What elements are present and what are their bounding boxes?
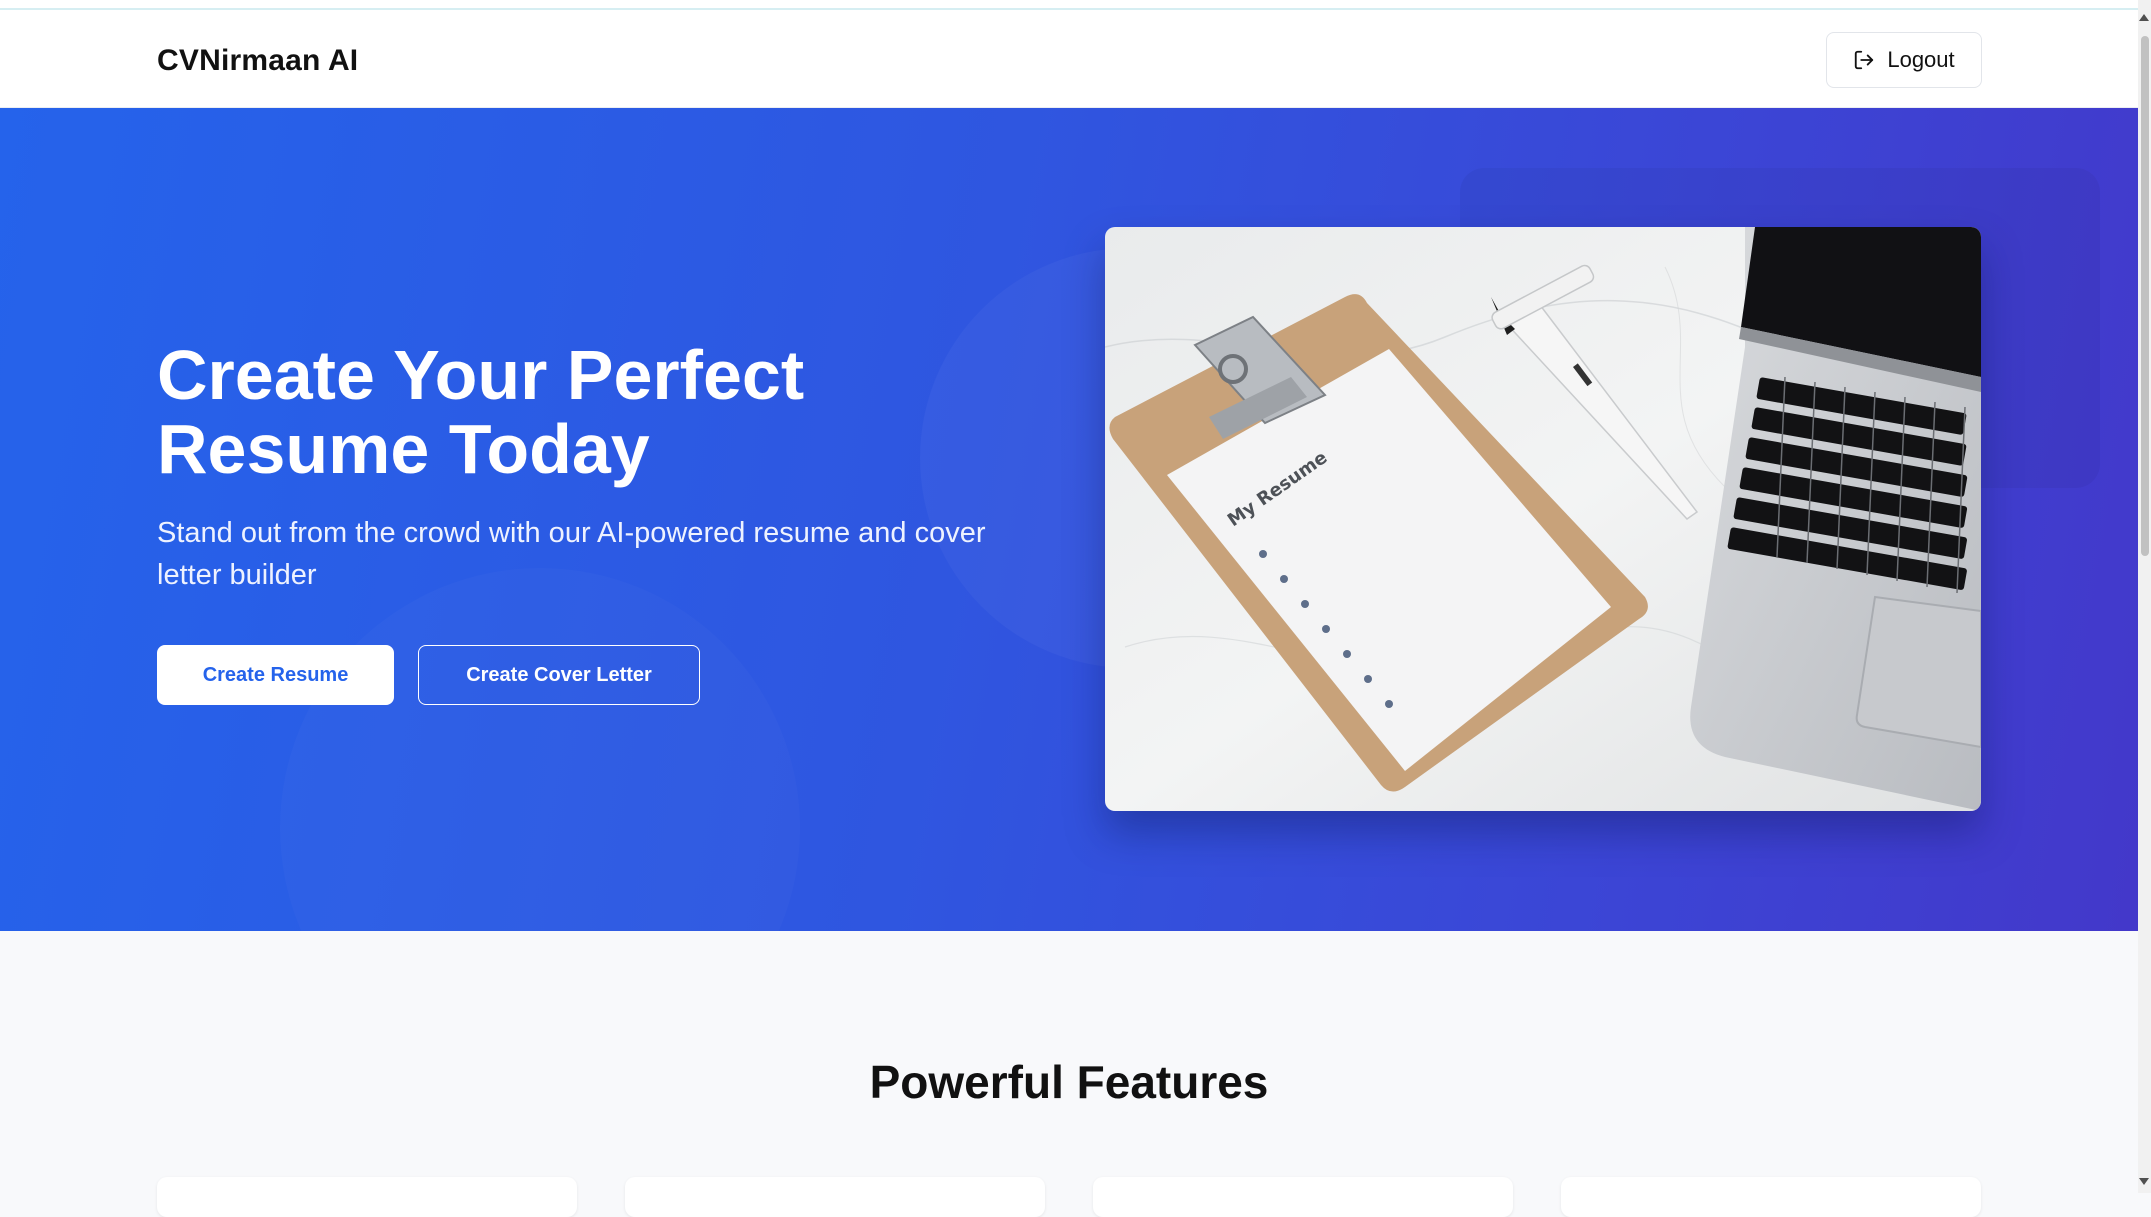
- logout-button[interactable]: Logout: [1826, 32, 1982, 88]
- hero-background-decoration: [280, 568, 800, 931]
- feature-card: [1093, 1177, 1513, 1217]
- create-cover-letter-button[interactable]: Create Cover Letter: [418, 645, 700, 705]
- feature-card: [157, 1177, 577, 1217]
- browser-top-strip: [0, 0, 2140, 10]
- scroll-up-icon[interactable]: [2139, 14, 2149, 21]
- page-scrollbar[interactable]: [2138, 0, 2151, 1193]
- hero-image: My Resume: [1105, 227, 1981, 811]
- brand-logo-text[interactable]: CVNirmaan AI: [157, 44, 358, 78]
- hero-subtitle: Stand out from the crowd with our AI-pow…: [157, 517, 986, 591]
- hero-section: Create Your Perfect Resume Today Stand o…: [0, 108, 2138, 931]
- create-resume-button[interactable]: Create Resume: [157, 645, 394, 705]
- feature-card: [1561, 1177, 1981, 1217]
- features-section: Powerful Features: [0, 931, 2138, 1217]
- feature-card: [625, 1177, 1045, 1217]
- scroll-down-icon[interactable]: [2139, 1178, 2149, 1185]
- logout-label: Logout: [1887, 47, 1955, 72]
- logout-icon: [1853, 49, 1875, 71]
- navbar: CVNirmaan AI Logout: [0, 10, 2138, 108]
- hero-title: Create Your Perfect Resume Today: [157, 336, 805, 488]
- scrollbar-thumb[interactable]: [2141, 36, 2149, 556]
- features-title: Powerful Features: [869, 1056, 1269, 1108]
